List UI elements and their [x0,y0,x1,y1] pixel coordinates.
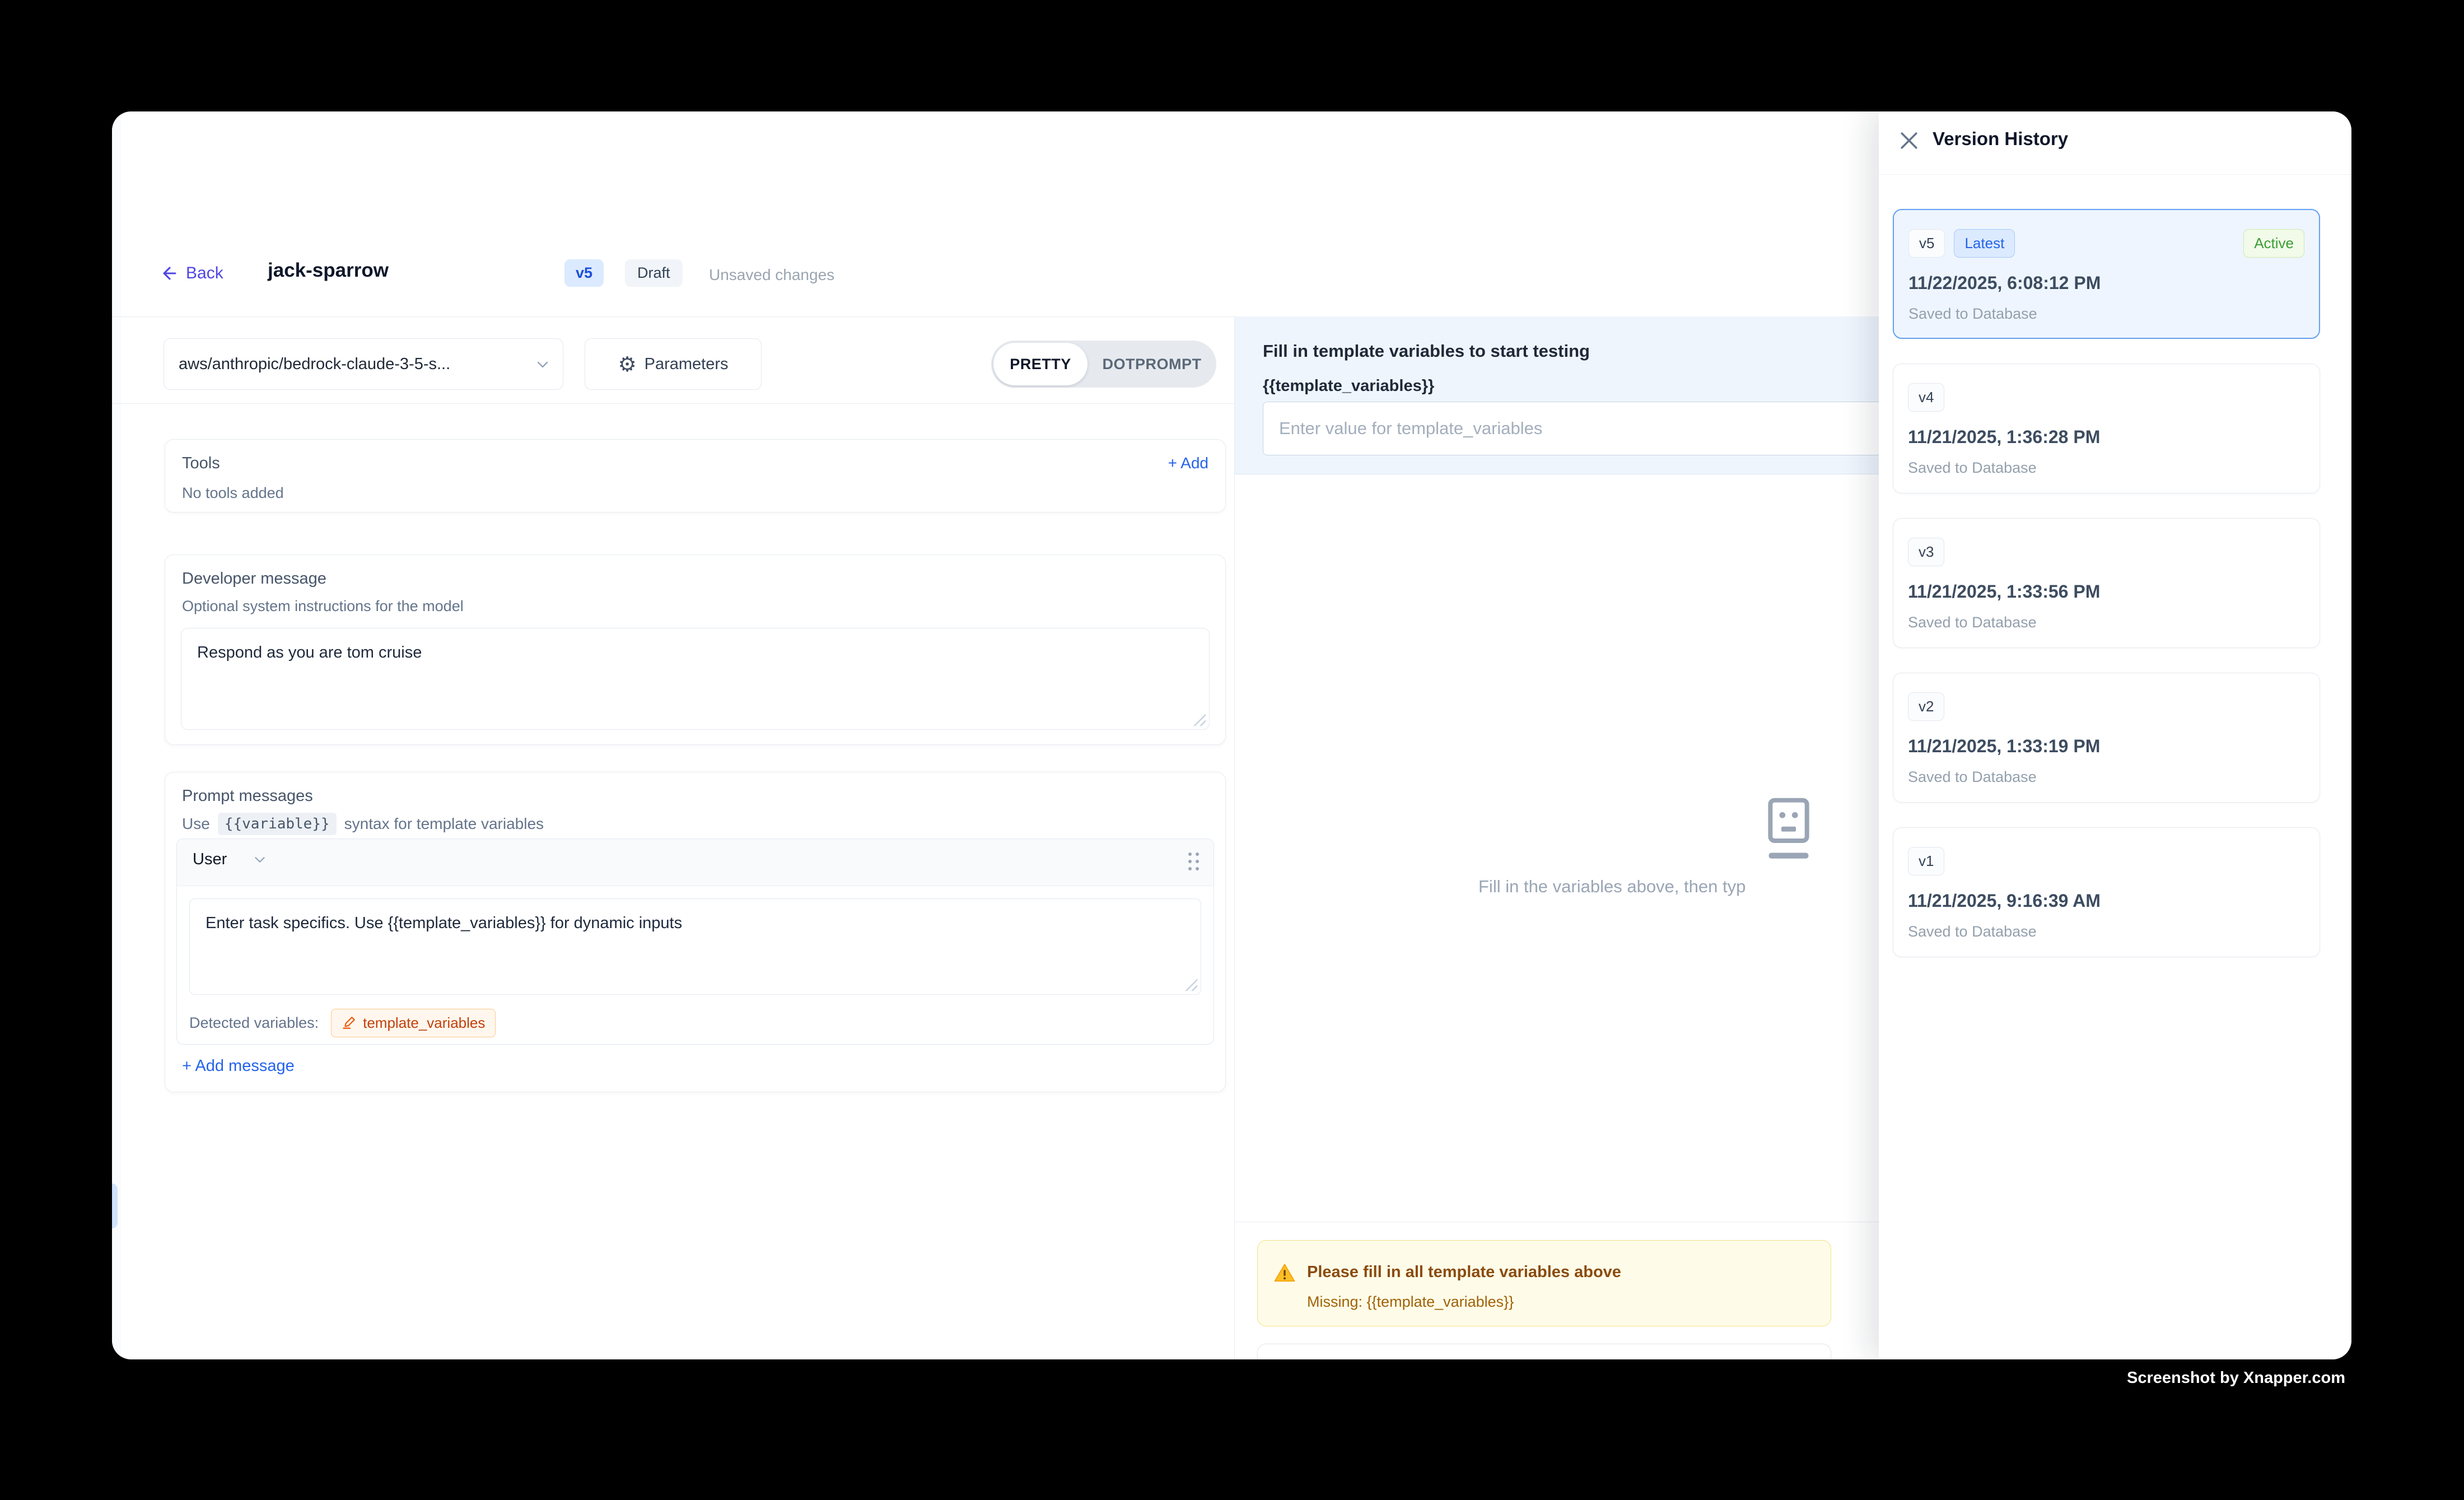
version-card[interactable]: v2 11/21/2025, 1:33:19 PM Saved to Datab… [1893,673,2320,803]
arrow-left-icon [160,264,179,283]
back-button[interactable]: Back [160,264,223,283]
chevron-down-icon [251,851,268,868]
screen: Back jack-sparrow v5 Draft Unsaved chang… [0,0,2464,1500]
prompt-message-input[interactable]: Enter task specifics. Use {{template_var… [189,898,1201,995]
version-status: Saved to Database [1908,923,2037,940]
prompt-messages-title: Prompt messages [182,787,313,805]
toggle-pretty[interactable]: PRETTY [993,343,1088,385]
developer-message-title: Developer message [182,570,326,588]
version-card[interactable]: v4 11/21/2025, 1:36:28 PM Saved to Datab… [1893,364,2320,493]
back-label: Back [186,264,223,283]
warning-title: Please fill in all template variables ab… [1307,1263,1621,1282]
version-number-badge: v5 [1908,229,1945,258]
version-timestamp: 11/22/2025, 6:08:12 PM [1908,273,2101,294]
left-edge-indicator [112,1184,118,1228]
developer-message-input[interactable]: Respond as you are tom cruise [181,628,1210,730]
version-badge: v5 [564,259,604,287]
detected-variables-label: Detected variables: [189,1014,319,1032]
chat-input-card[interactable] [1257,1344,1831,1359]
version-badges: v3 [1908,538,1944,566]
chevron-down-icon [534,356,552,374]
page-title: jack-sparrow [268,259,389,282]
tools-title: Tools [182,454,220,473]
gear-icon: ⚙ [618,354,636,375]
version-badges: v4 [1908,383,1944,412]
model-select[interactable]: aws/anthropic/bedrock-claude-3-5-s... [164,338,563,390]
version-number-badge: v2 [1908,692,1944,721]
close-icon[interactable] [1897,128,1921,153]
add-tool-button[interactable]: + Add [1168,454,1208,472]
template-syntax-hint: Use {{variable}} syntax for template var… [182,813,544,835]
version-card[interactable]: v5 Latest Active 11/22/2025, 6:08:12 PM … [1893,209,2320,339]
version-status: Saved to Database [1908,305,2037,323]
version-timestamp: 11/21/2025, 1:33:19 PM [1908,736,2100,757]
role-select-value: User [193,850,227,869]
version-number-badge: v4 [1908,383,1944,412]
warning-banner: Please fill in all template variables ab… [1257,1240,1831,1326]
developer-message-card: Developer message Optional system instru… [165,555,1226,745]
format-toggle: PRETTY DOTPROMPT [991,341,1216,388]
version-card[interactable]: v3 11/21/2025, 1:33:56 PM Saved to Datab… [1893,518,2320,648]
tools-empty-text: No tools added [182,485,284,502]
hint-prefix: Use [182,815,210,833]
version-history-title: Version History [1933,128,2068,150]
version-badges: v2 [1908,692,1944,721]
app-window: Back jack-sparrow v5 Draft Unsaved chang… [112,111,2351,1359]
role-select[interactable]: User [193,850,268,869]
version-history-divider [1879,174,2351,175]
version-status: Saved to Database [1908,768,2037,786]
version-history-panel: Version History v5 Latest Active 11/22/2… [1879,111,2351,1359]
prompt-message-block: User Enter task specifics. Use {{templat… [176,838,1214,1045]
edit-pencil-icon [342,1015,356,1030]
warning-detail: Missing: {{template_variables}} [1307,1293,1514,1311]
hint-suffix: syntax for template variables [344,815,544,833]
latest-badge: Latest [1954,229,2015,258]
toolbar-divider [112,403,1234,404]
version-timestamp: 11/21/2025, 1:33:56 PM [1908,581,2100,602]
version-timestamp: 11/21/2025, 1:36:28 PM [1908,427,2100,448]
version-number-badge: v1 [1908,847,1944,875]
parameters-button[interactable]: ⚙ Parameters [585,338,762,390]
resize-grip-icon[interactable] [1185,979,1197,991]
version-number-badge: v3 [1908,538,1944,566]
prompt-messages-card: Prompt messages Use {{variable}} syntax … [165,772,1226,1092]
detected-variables-row: Detected variables: template_variables [189,1008,496,1037]
bot-face-icon [1757,796,1820,862]
add-message-button[interactable]: + Add message [182,1057,295,1075]
active-badge: Active [2243,229,2304,258]
version-status: Saved to Database [1908,614,2037,631]
unsaved-changes-text: Unsaved changes [709,266,834,284]
message-header: User [177,839,1214,886]
version-timestamp: 11/21/2025, 9:16:39 AM [1908,891,2101,911]
detected-variable-chip[interactable]: template_variables [331,1009,496,1037]
warning-triangle-icon [1273,1262,1296,1284]
template-variable-label: {{template_variables}} [1263,377,1434,395]
version-status: Saved to Database [1908,459,2037,477]
watermark-text: Screenshot by Xnapper.com [2127,1369,2345,1387]
detected-variable-name: template_variables [363,1014,485,1032]
variable-syntax-chip: {{variable}} [218,813,337,835]
version-badges: v5 Latest [1908,229,2015,258]
resize-grip-icon[interactable] [1193,714,1206,726]
model-select-value: aws/anthropic/bedrock-claude-3-5-s... [179,355,450,374]
toggle-dotprompt[interactable]: DOTPROMPT [1088,341,1216,388]
tools-card: Tools + Add No tools added [165,439,1226,513]
empty-state-text: Fill in the variables above, then typ [1478,877,1746,897]
drag-handle-icon[interactable] [1188,853,1199,870]
parameters-label: Parameters [645,355,729,374]
left-edge-strip [112,111,121,1359]
version-badges: v1 [1908,847,1944,875]
developer-message-subtitle: Optional system instructions for the mod… [182,598,464,615]
draft-badge: Draft [625,259,683,287]
version-card[interactable]: v1 11/21/2025, 9:16:39 AM Saved to Datab… [1893,827,2320,957]
template-variables-title: Fill in template variables to start test… [1263,341,1590,361]
